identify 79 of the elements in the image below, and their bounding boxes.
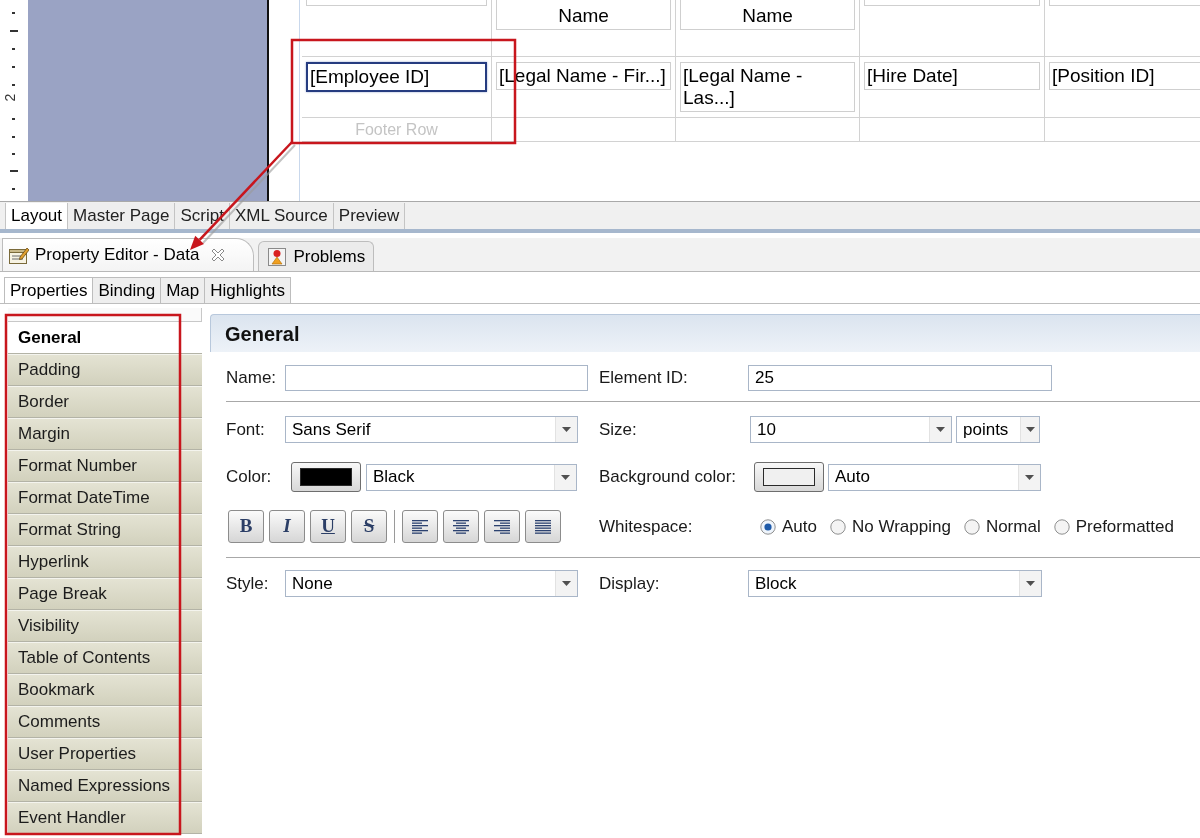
- radio-option[interactable]: Auto: [760, 513, 817, 540]
- field-label: Style:: [226, 573, 269, 593]
- align-justify-icon: [535, 519, 551, 534]
- notepad-pencil-icon: [9, 246, 29, 264]
- category-item[interactable]: Table of Contents: [8, 642, 202, 674]
- header-label: Name: [496, 0, 671, 30]
- data-field[interactable]: [Employee ID]: [306, 62, 487, 92]
- category-item[interactable]: Padding: [8, 354, 202, 386]
- align-center-button[interactable]: [443, 510, 479, 543]
- element-id-field[interactable]: 25: [748, 365, 1052, 391]
- view-tab[interactable]: Problems: [258, 241, 375, 271]
- footer-row-label: Footer Row: [355, 119, 438, 140]
- caret-icon: [1025, 474, 1034, 480]
- property-tab[interactable]: Map: [160, 277, 206, 303]
- align-justify-button[interactable]: [525, 510, 561, 543]
- unit-dropdown[interactable]: points: [956, 416, 1040, 443]
- field-label: Display:: [599, 573, 660, 593]
- property-tab[interactable]: Binding: [92, 277, 162, 303]
- category-item[interactable]: Bookmark: [8, 674, 202, 706]
- font-dropdown[interactable]: Sans Serif: [285, 416, 578, 443]
- radio-option[interactable]: No Wrapping: [830, 513, 951, 540]
- field-label: Background color:: [599, 467, 737, 487]
- close-icon[interactable]: [211, 248, 226, 262]
- align-right-icon: [494, 519, 510, 534]
- category-item[interactable]: Hyperlink: [8, 546, 202, 578]
- category-item[interactable]: Margin: [8, 418, 202, 450]
- section-title: General: [225, 321, 300, 347]
- color-swatch-icon: [763, 468, 815, 486]
- strikethrough-button[interactable]: S: [351, 510, 387, 543]
- data-field[interactable]: [Legal Name - Las...]: [680, 62, 855, 112]
- color-swatch-icon: [300, 468, 352, 486]
- category-item[interactable]: Comments: [8, 706, 202, 738]
- background-color-dropdown[interactable]: Auto: [828, 463, 1041, 491]
- editor-tab[interactable]: Layout: [5, 203, 69, 229]
- display-dropdown[interactable]: Block: [748, 570, 1042, 597]
- warning-board-icon: [267, 246, 288, 267]
- header-label: Name: [680, 0, 855, 30]
- field-label: Whitespace:: [599, 516, 693, 536]
- caret-icon: [1026, 581, 1035, 586]
- field-label: Element ID:: [599, 368, 688, 388]
- size-dropdown[interactable]: 10: [750, 416, 952, 443]
- underline-button[interactable]: U: [310, 510, 346, 543]
- align-right-button[interactable]: [484, 510, 520, 543]
- radio-option[interactable]: Preformatted: [1053, 513, 1174, 540]
- color-picker-button[interactable]: [754, 462, 824, 492]
- category-item[interactable]: User Properties: [8, 738, 202, 770]
- category-item[interactable]: Visibility: [8, 610, 202, 642]
- caret-icon: [561, 474, 570, 480]
- color-picker-button[interactable]: [291, 462, 361, 492]
- property-tab[interactable]: Properties: [4, 277, 94, 303]
- caret-icon: [562, 581, 571, 586]
- property-tab[interactable]: Highlights: [204, 277, 291, 303]
- radio-option[interactable]: Normal: [963, 513, 1041, 540]
- name-field[interactable]: [285, 365, 588, 391]
- color-dropdown[interactable]: Black: [366, 463, 577, 491]
- field-label: Name:: [226, 368, 277, 388]
- caret-icon: [1025, 427, 1035, 432]
- category-item[interactable]: Event Handler: [8, 802, 202, 834]
- align-left-button[interactable]: [402, 510, 438, 543]
- caret-icon: [936, 427, 945, 432]
- category-item[interactable]: Page Break: [8, 578, 202, 610]
- category-item[interactable]: Border: [8, 386, 202, 418]
- category-item[interactable]: Format DateTime: [8, 482, 202, 514]
- view-tab[interactable]: Property Editor - Data: [2, 238, 255, 271]
- category-item[interactable]: Format String: [8, 514, 202, 546]
- style-dropdown[interactable]: None: [285, 570, 578, 597]
- italic-button[interactable]: I: [269, 510, 305, 543]
- data-field[interactable]: [Hire Date]: [864, 62, 1040, 90]
- field-label: Font:: [226, 419, 265, 439]
- data-field[interactable]: [Position ID]: [1049, 62, 1200, 90]
- align-left-icon: [412, 519, 428, 534]
- field-label: Color:: [226, 467, 272, 487]
- bold-button[interactable]: B: [228, 510, 264, 543]
- category-item[interactable]: Named Expressions: [8, 770, 202, 802]
- field-label: Size:: [599, 419, 637, 439]
- category-item[interactable]: Format Number: [8, 450, 202, 482]
- caret-icon: [562, 427, 571, 432]
- align-center-icon: [453, 519, 469, 534]
- ruler-number: 2: [3, 93, 19, 102]
